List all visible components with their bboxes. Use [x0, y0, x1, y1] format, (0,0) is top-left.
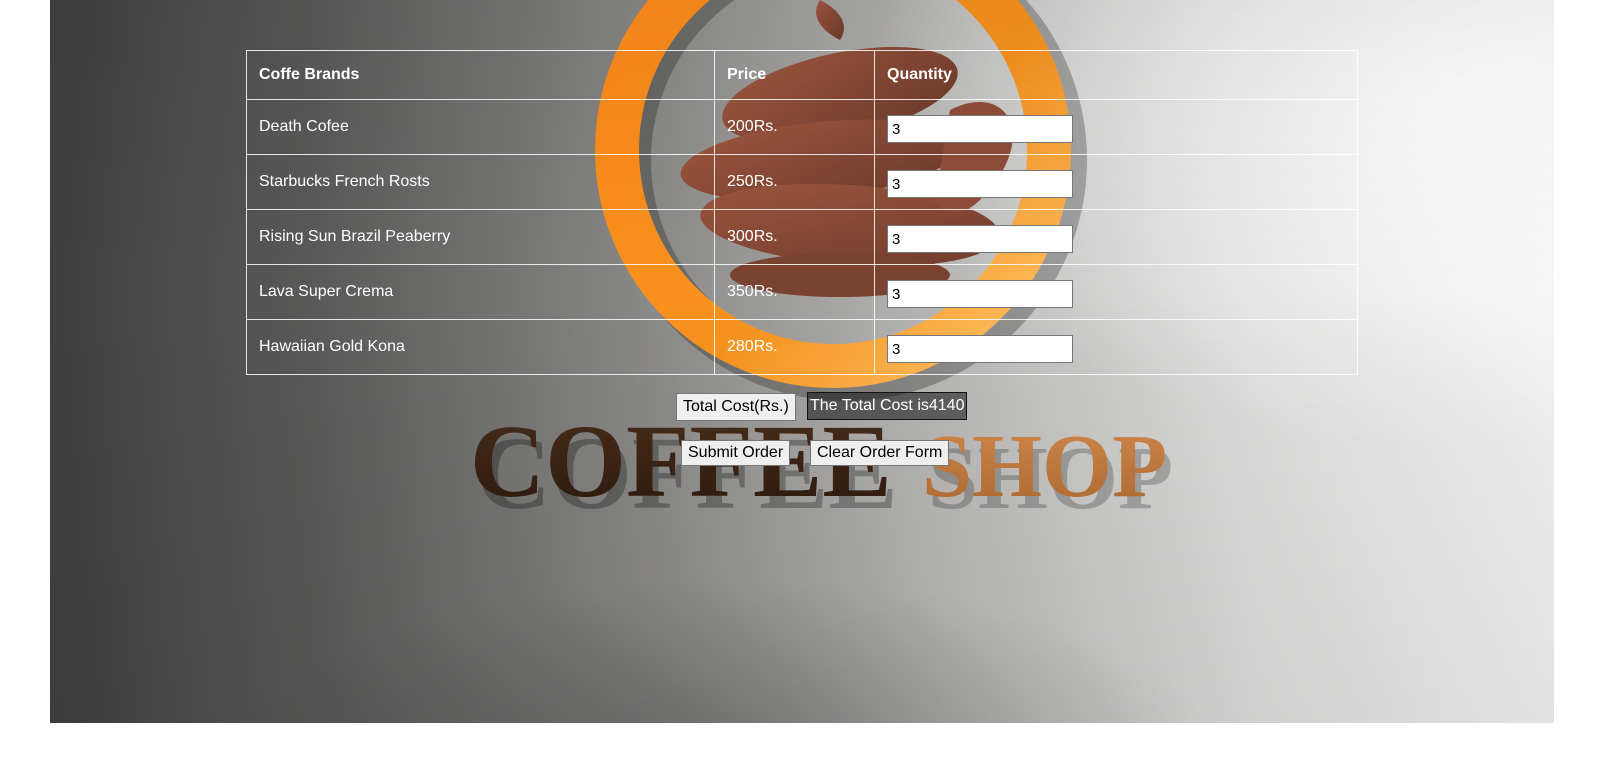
- quantity-cell: [874, 264, 1358, 320]
- header-price: Price: [714, 50, 875, 100]
- brand-cell: Hawaiian Gold Kona: [246, 319, 715, 375]
- brand-cell: Rising Sun Brazil Peaberry: [246, 209, 715, 265]
- brand-cell: Death Cofee: [246, 99, 715, 155]
- price-cell: 280Rs.: [714, 319, 875, 375]
- table-row: Hawaiian Gold Kona 280Rs.: [246, 319, 1358, 375]
- price-cell: 300Rs.: [714, 209, 875, 265]
- table-row: Rising Sun Brazil Peaberry 300Rs.: [246, 209, 1358, 265]
- svg-text:SHOP: SHOP: [928, 429, 1173, 528]
- table-row: Lava Super Crema 350Rs.: [246, 264, 1358, 320]
- table-header-row: Coffe Brands Price Quantity: [246, 50, 1358, 100]
- header-coffee-brands: Coffe Brands: [246, 50, 715, 100]
- quantity-cell: [874, 99, 1358, 155]
- price-cell: 200Rs.: [714, 99, 875, 155]
- table-row: Death Cofee 200Rs.: [246, 99, 1358, 155]
- coffee-order-table: Coffe Brands Price Quantity Death Cofee …: [246, 50, 1358, 375]
- quantity-input[interactable]: [887, 115, 1073, 143]
- header-quantity: Quantity: [874, 50, 1358, 100]
- total-cost-button[interactable]: Total Cost(Rs.): [676, 393, 796, 421]
- quantity-input[interactable]: [887, 225, 1073, 253]
- quantity-cell: [874, 209, 1358, 265]
- quantity-cell: [874, 154, 1358, 210]
- table-row: Starbucks French Rosts 250Rs.: [246, 154, 1358, 210]
- quantity-cell: [874, 319, 1358, 375]
- total-cost-output: The Total Cost is4140: [807, 392, 968, 420]
- logo-word-shop: SHOP: [922, 417, 1167, 516]
- submit-order-button[interactable]: Submit Order: [681, 440, 791, 466]
- quantity-input[interactable]: [887, 335, 1073, 363]
- logo-shadow-text: COFFEE: [476, 416, 898, 531]
- price-cell: 250Rs.: [714, 154, 875, 210]
- quantity-input[interactable]: [887, 280, 1073, 308]
- brand-cell: Starbucks French Rosts: [246, 154, 715, 210]
- quantity-input[interactable]: [887, 170, 1073, 198]
- price-cell: 350Rs.: [714, 264, 875, 320]
- clear-order-form-button[interactable]: Clear Order Form: [810, 440, 950, 466]
- brand-cell: Lava Super Crema: [246, 264, 715, 320]
